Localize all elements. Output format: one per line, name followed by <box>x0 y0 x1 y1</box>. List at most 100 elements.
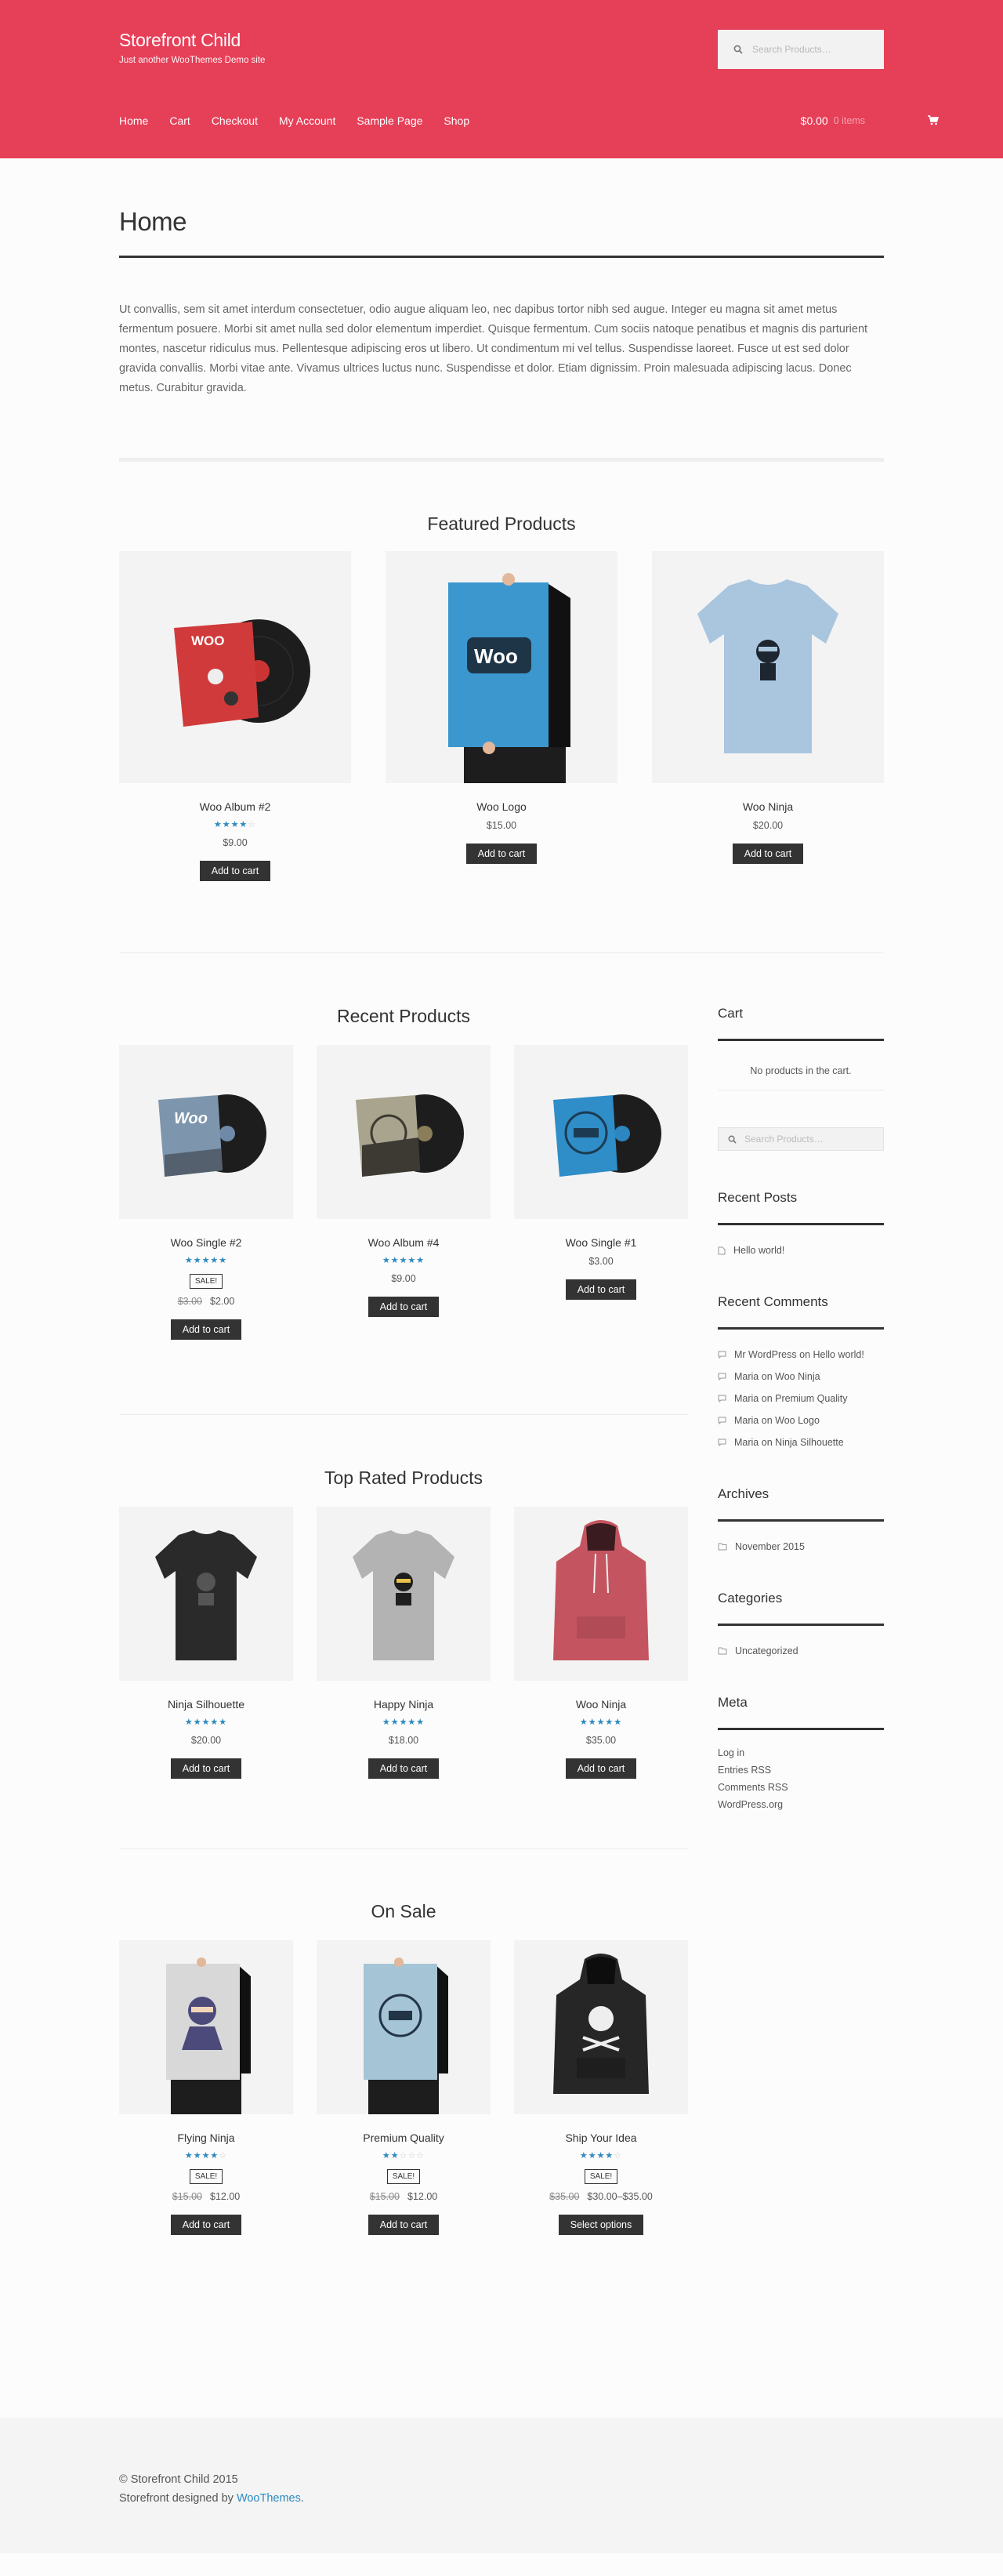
old-price: $3.00 <box>177 1296 202 1307</box>
widget-title-recent-posts: Recent Posts <box>718 1190 798 1205</box>
product-image-flying-ninja[interactable] <box>119 1940 293 2114</box>
on-sale-title: On Sale <box>371 1901 436 1921</box>
add-to-cart-button[interactable]: Add to cart <box>170 1319 242 1340</box>
cart-icon <box>927 115 939 125</box>
select-options-button[interactable]: Select options <box>558 2215 644 2235</box>
product-name[interactable]: Flying Ninja <box>119 2132 293 2144</box>
add-to-cart-button[interactable]: Add to cart <box>170 1758 242 1779</box>
product-card: Ship Your Idea ☆☆☆☆☆★★★★★ SALE! $35.00$3… <box>514 1940 688 2235</box>
add-to-cart-button[interactable]: Add to cart <box>465 844 538 864</box>
product-card: Woo Ninja ☆☆☆☆☆ ★★★★★ $35.00 Add to cart <box>514 1507 688 1779</box>
folder-icon <box>718 1647 727 1655</box>
folder-icon <box>718 1543 727 1551</box>
recent-comments-list: Mr WordPress on Hello world! Maria on Wo… <box>718 1344 864 1453</box>
product-name[interactable]: Woo Single #1 <box>514 1236 688 1249</box>
comment-icon <box>718 1351 726 1359</box>
star-rating: ☆☆☆☆☆★★★★★ <box>579 1718 623 1727</box>
product-image-woo-ninja[interactable] <box>652 551 884 783</box>
recent-post-item[interactable]: Hello world! <box>718 1239 784 1261</box>
product-card: Woo Woo Single #2 ☆☆☆☆☆ ★★★★★ SALE! $3.00… <box>119 1045 293 1340</box>
archives-list: November 2015 <box>718 1536 805 1558</box>
add-to-cart-button[interactable]: Add to cart <box>170 2215 242 2235</box>
meta-link-entries-rss[interactable]: Entries RSS <box>718 1761 788 1779</box>
svg-text:Woo: Woo <box>474 644 518 668</box>
product-price: $9.00 <box>223 837 248 848</box>
product-image-ninja-silhouette[interactable] <box>119 1507 293 1681</box>
product-price: $35.00 <box>585 1735 617 1746</box>
footer-info: © Storefront Child 2015 Storefront desig… <box>119 2470 304 2508</box>
sidebar-search-input[interactable]: Search Products… <box>718 1127 884 1151</box>
product-name[interactable]: Woo Album #4 <box>317 1236 491 1249</box>
product-image-woo-album-2[interactable]: WOO <box>119 551 351 783</box>
product-card: Woo Single #1 $3.00 Add to cart <box>514 1045 688 1300</box>
product-image-premium-quality[interactable] <box>317 1940 491 2114</box>
product-name[interactable]: Woo Logo <box>386 800 617 813</box>
star-rating: ☆☆☆☆☆★★★★★ <box>184 1718 228 1727</box>
add-to-cart-button[interactable]: Add to cart <box>565 1758 637 1779</box>
footer-credit: Storefront designed by WooThemes. <box>119 2492 304 2505</box>
product-card: Flying Ninja ☆☆☆☆☆★★★★★ SALE! $15.00 $12.… <box>119 1940 293 2235</box>
product-image-woo-album-4[interactable] <box>317 1045 491 1219</box>
product-image-woo-logo[interactable]: Woo <box>386 551 617 783</box>
archive-item[interactable]: November 2015 <box>718 1536 805 1558</box>
meta-link-wordpress-org[interactable]: WordPress.org <box>718 1796 788 1813</box>
site-footer: © Storefront Child 2015 Storefront desig… <box>0 2418 1003 2553</box>
product-image-woo-single-1[interactable] <box>514 1045 688 1219</box>
widget-title-recent-comments: Recent Comments <box>718 1294 828 1309</box>
product-price: $9.00 <box>391 1273 416 1284</box>
comment-item[interactable]: Maria on Woo Logo <box>718 1410 864 1431</box>
widget-rule <box>718 1519 884 1522</box>
product-name[interactable]: Woo Album #2 <box>119 800 351 813</box>
comment-item[interactable]: Maria on Premium Quality <box>718 1388 864 1410</box>
recent-products-title: Recent Products <box>336 1006 471 1026</box>
featured-products-title: Featured Products <box>427 513 576 534</box>
old-price: $15.00 <box>369 2191 400 2202</box>
product-price: $15.00 $12.00 <box>119 2191 293 2202</box>
widget-title-categories: Categories <box>718 1591 783 1605</box>
star-rating: ☆☆☆☆☆★★★★★ <box>184 2151 228 2161</box>
product-name[interactable]: Woo Ninja <box>652 800 884 813</box>
sale-badge: SALE! <box>386 2169 421 2184</box>
add-to-cart-button[interactable]: Add to cart <box>199 861 271 881</box>
category-item[interactable]: Uncategorized <box>718 1640 798 1662</box>
star-rating: ☆☆☆☆☆★★★★★ <box>579 2151 623 2161</box>
meta-link-comments-rss[interactable]: Comments RSS <box>718 1779 788 1796</box>
comment-item[interactable]: Mr WordPress on Hello world! <box>718 1344 864 1366</box>
product-name[interactable]: Premium Quality <box>317 2132 491 2144</box>
meta-link-log-in[interactable]: Log in <box>718 1744 788 1761</box>
product-image-woo-ninja-hoodie[interactable] <box>514 1507 688 1681</box>
product-image-woo-single-2[interactable]: Woo <box>119 1045 293 1219</box>
product-card: Woo Woo Logo $15.00 Add to cart <box>386 551 617 864</box>
svg-text:WOO: WOO <box>191 633 225 648</box>
product-price: $3.00 <box>588 1256 614 1267</box>
footer-credit-link[interactable]: WooThemes <box>237 2492 301 2505</box>
comment-item[interactable]: Maria on Ninja Silhouette <box>718 1431 864 1453</box>
product-name[interactable]: Woo Single #2 <box>119 1236 293 1249</box>
sale-price: $12.00 <box>210 2191 241 2202</box>
add-to-cart-button[interactable]: Add to cart <box>368 1758 440 1779</box>
product-price: $20.00 <box>752 820 784 831</box>
add-to-cart-button[interactable]: Add to cart <box>732 844 804 864</box>
star-rating: ☆☆☆☆☆★★★★★ <box>213 820 257 829</box>
star-rating: ☆☆☆☆☆★★★★★ <box>184 1256 228 1265</box>
widget-rule <box>718 1728 884 1730</box>
categories-list: Uncategorized <box>718 1640 798 1662</box>
product-name[interactable]: Happy Ninja <box>317 1698 491 1711</box>
product-card: WOO Woo Album #2 ☆☆☆☆☆★★★★★ $9.00 Add to… <box>119 551 351 881</box>
meta-list: Log in Entries RSS Comments RSS WordPres… <box>718 1744 788 1813</box>
add-to-cart-button[interactable]: Add to cart <box>565 1279 637 1300</box>
product-image-ship-your-idea[interactable] <box>514 1940 688 2114</box>
product-name[interactable]: Ninja Silhouette <box>119 1698 293 1711</box>
sale-badge: SALE! <box>189 1274 223 1289</box>
page-intro: Ut convallis, sem sit amet interdum cons… <box>119 303 868 394</box>
product-image-happy-ninja[interactable] <box>317 1507 491 1681</box>
comment-icon <box>718 1439 726 1446</box>
product-name[interactable]: Woo Ninja <box>514 1698 688 1711</box>
add-to-cart-button[interactable]: Add to cart <box>368 1297 440 1317</box>
cart-empty-message: No products in the cart. <box>750 1065 852 1076</box>
product-name[interactable]: Ship Your Idea <box>514 2132 688 2144</box>
product-price: $18.00 <box>388 1735 419 1746</box>
comment-item[interactable]: Maria on Woo Ninja <box>718 1366 864 1388</box>
add-to-cart-button[interactable]: Add to cart <box>368 2215 440 2235</box>
section-divider <box>119 1414 688 1415</box>
